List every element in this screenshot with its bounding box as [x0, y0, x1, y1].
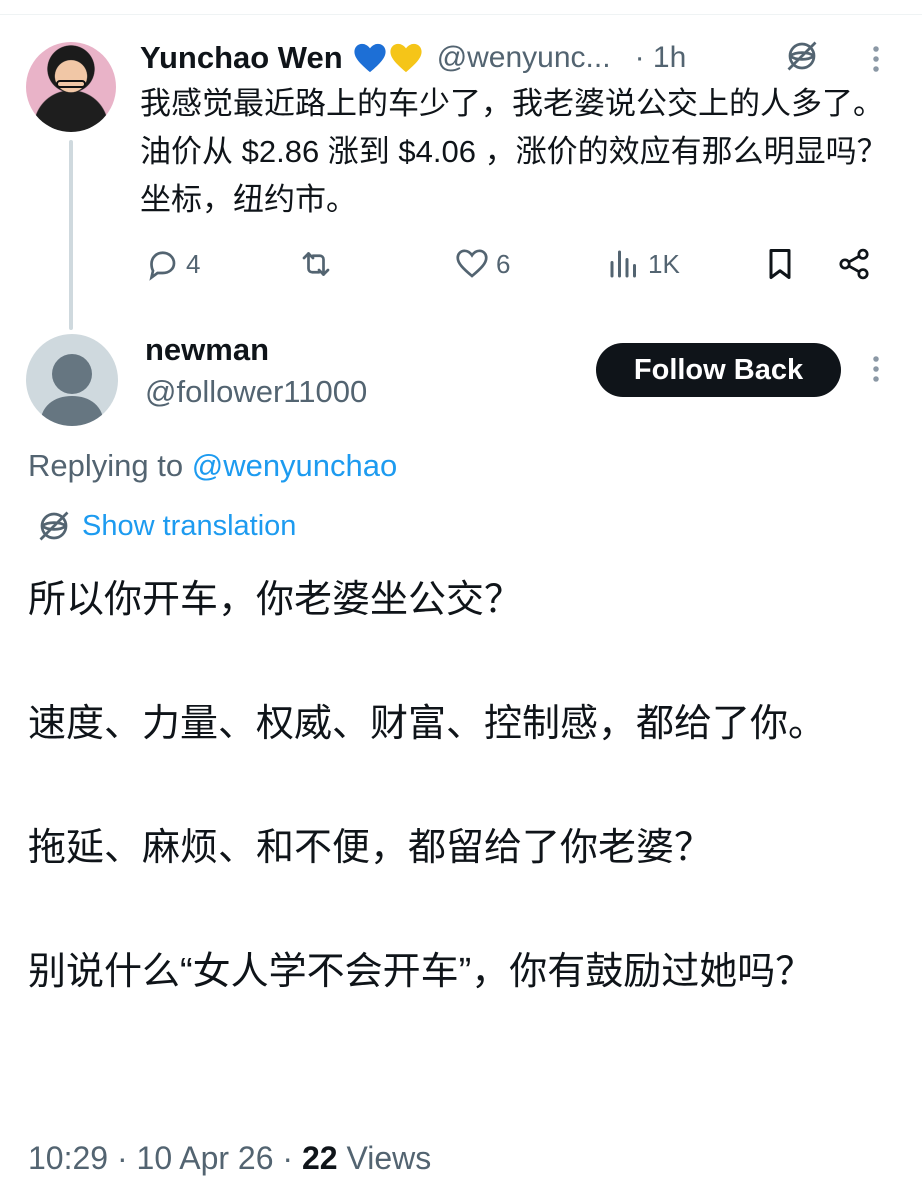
retweet-icon [302, 252, 330, 276]
show-translation-link[interactable]: Show translation [36, 508, 296, 544]
heart-icon [456, 249, 488, 278]
reply-author-name[interactable]: newman [145, 332, 269, 368]
reply-count: 4 [186, 248, 201, 279]
follow-back-button[interactable]: Follow Back [596, 343, 841, 397]
avatar-glasses [56, 80, 86, 88]
bookmark-icon [769, 249, 791, 279]
view-count: 22 [301, 1140, 338, 1176]
reply-paragraph: 别说什么“女人学不会开车”，你有鼓励过她吗？ [28, 951, 814, 993]
reply-text: 所以你开车，你老婆坐公交？ 速度、力量、权威、财富、控制感，都给了你。 拖延、麻… [28, 568, 888, 1004]
tweet-header: Yunchao Wen @wenyunc... · 1h [140, 38, 686, 78]
replying-mention-link[interactable]: @wenyunchao [192, 448, 398, 483]
bookmark-button[interactable] [762, 242, 798, 286]
replying-to: Replying to @wenyunchao [28, 448, 397, 484]
separator: · [282, 1140, 302, 1176]
tweet-actions: 4 6 1K [140, 242, 880, 286]
replying-prefix: Replying to [28, 448, 184, 483]
author-name[interactable]: Yunchao Wen [140, 40, 343, 76]
reply-paragraph: 速度、力量、权威、财富、控制感，都给了你。 [28, 703, 827, 745]
views-label: Views [346, 1140, 432, 1176]
show-translation-label: Show translation [82, 509, 297, 542]
reply-button[interactable]: 4 [144, 242, 200, 286]
thread-line [69, 140, 73, 330]
retweet-button[interactable] [298, 242, 340, 286]
tweet-meta: 10:29 · 10 Apr 26 · 22 Views [28, 1140, 431, 1177]
blue-heart-icon [354, 43, 386, 73]
parent-tweet[interactable]: Yunchao Wen @wenyunc... · 1h 我感觉最近路上的车少了… [0, 0, 922, 330]
yellow-heart-icon [390, 43, 422, 73]
more-options-icon[interactable] [864, 44, 888, 74]
default-avatar-icon [40, 354, 104, 426]
views-count: 1K [648, 248, 680, 279]
tweet-date[interactable]: 10 Apr 26 [137, 1140, 274, 1176]
reply-paragraph: 所以你开车，你老婆坐公交？ [28, 579, 523, 621]
avatar-default[interactable] [26, 334, 118, 426]
tweet-text: 我感觉最近路上的车少了，我老婆说公交上的人多了。油价从 $2.86 涨到 $4.… [140, 86, 888, 217]
avatar[interactable] [26, 42, 116, 132]
more-options-icon[interactable] [864, 354, 888, 384]
author-handle[interactable]: @wenyunc... [437, 41, 611, 75]
share-icon [839, 248, 869, 280]
reply-author-handle[interactable]: @follower11000 [145, 374, 367, 410]
reply-icon [149, 251, 176, 281]
share-button[interactable] [836, 242, 872, 286]
views-chart-icon [610, 250, 636, 278]
separator: · [116, 1140, 137, 1176]
tweet-time[interactable]: 10:29 [28, 1140, 108, 1176]
translate-globe-icon [39, 511, 69, 541]
name-emojis [353, 42, 423, 74]
translate-globe-icon[interactable] [784, 38, 820, 74]
like-button[interactable]: 6 [454, 242, 510, 286]
tweet-time[interactable]: · 1h [635, 41, 687, 75]
views-button[interactable]: 1K [606, 242, 680, 286]
like-count: 6 [496, 248, 511, 279]
reply-paragraph: 拖延、麻烦、和不便，都留给了你老婆？ [28, 827, 713, 869]
